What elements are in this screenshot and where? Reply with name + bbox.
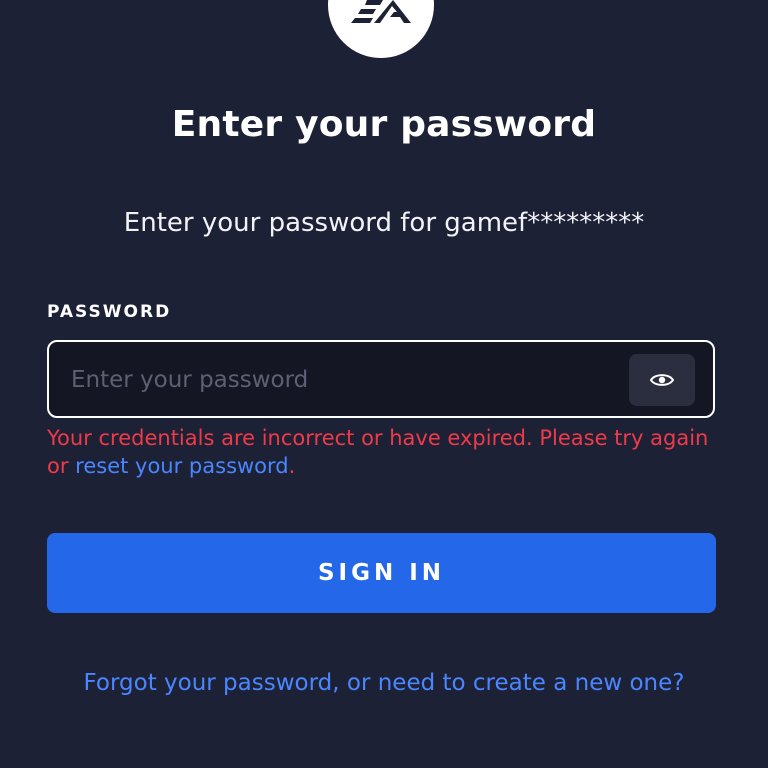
password-input[interactable] xyxy=(69,354,613,406)
reset-password-link[interactable]: reset your password xyxy=(75,454,288,478)
password-field xyxy=(47,340,715,418)
ea-logo-glyph-icon xyxy=(351,0,411,23)
eye-icon xyxy=(650,374,674,386)
login-page: Enter your password Enter your password … xyxy=(0,0,768,768)
error-text-end: . xyxy=(288,454,296,478)
password-label: PASSWORD xyxy=(47,302,172,322)
page-title: Enter your password xyxy=(171,104,597,145)
account-subtitle: Enter your password for gamef********* xyxy=(123,208,645,238)
error-message: Your credentials are incorrect or have e… xyxy=(47,424,727,480)
forgot-password-link[interactable]: Forgot your password, or need to create … xyxy=(0,670,768,696)
sign-in-button[interactable]: SIGN IN xyxy=(47,533,716,613)
ea-logo-icon xyxy=(328,0,434,58)
show-password-button[interactable] xyxy=(629,354,695,406)
